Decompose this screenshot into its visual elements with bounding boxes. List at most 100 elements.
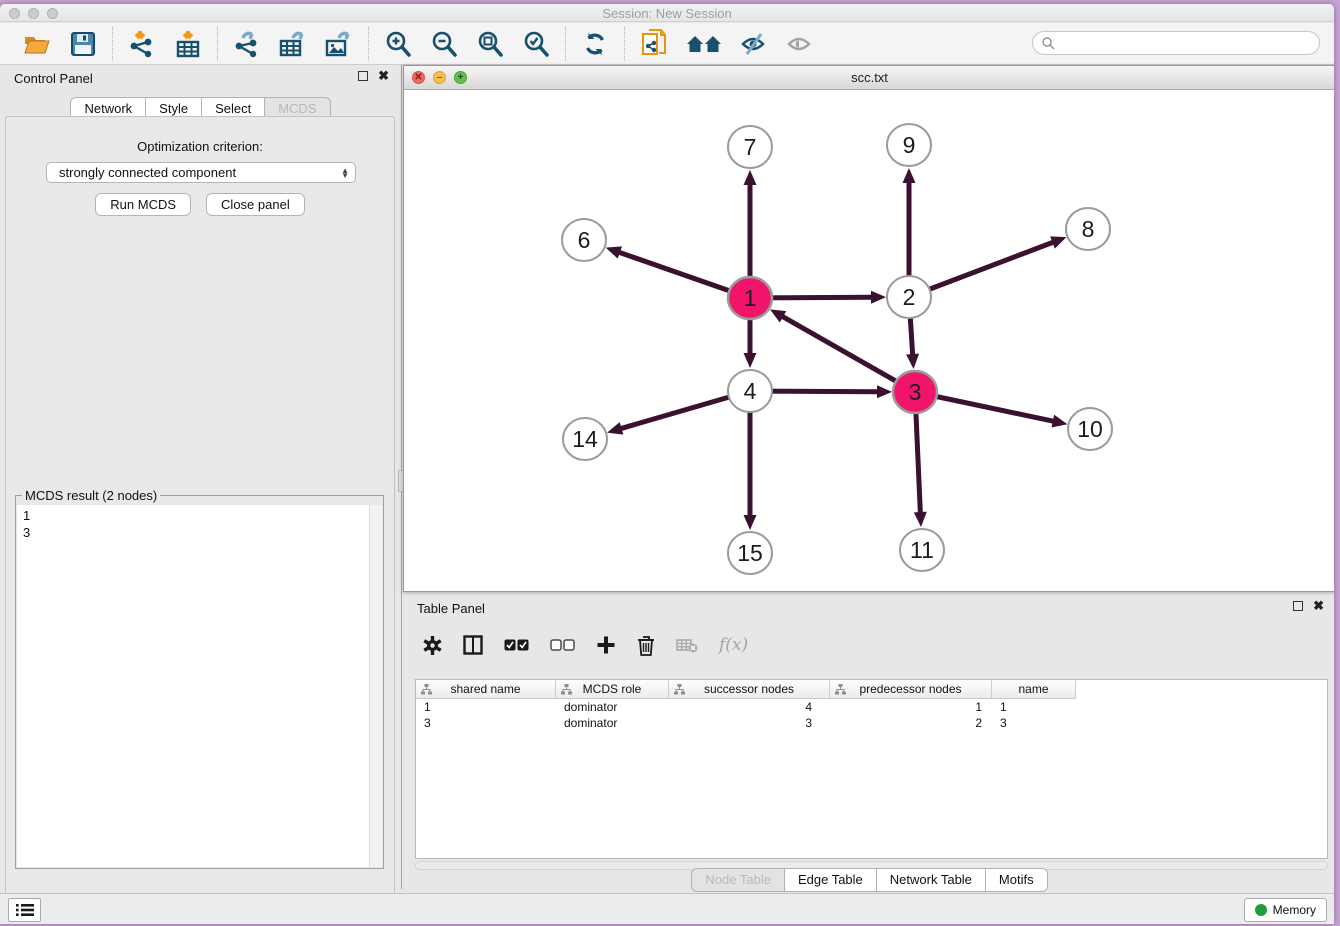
graph-node-label: 7: [744, 134, 757, 160]
zoom-in-button[interactable]: [382, 28, 414, 60]
graph-node-4[interactable]: 4: [728, 370, 772, 412]
column-header-predecessor-nodes[interactable]: predecessor nodes: [830, 680, 992, 699]
settings-gear-icon: [423, 636, 442, 655]
cell-mcds-role[interactable]: dominator: [556, 700, 669, 714]
zoom-out-button[interactable]: [428, 28, 460, 60]
tab-node-table[interactable]: Node Table: [691, 868, 785, 892]
table-panel-title: Table Panel: [417, 601, 485, 616]
float-panel-icon[interactable]: [358, 71, 368, 81]
network-canvas[interactable]: 7 9 6 8 1 2 4 3 14 10 15 11: [404, 90, 1334, 591]
export-image-icon: [325, 30, 353, 58]
network-window-titlebar[interactable]: ✕ – + scc.txt: [404, 66, 1334, 90]
export-table-button[interactable]: [277, 28, 309, 60]
cell-shared-name[interactable]: 1: [416, 700, 556, 714]
float-table-panel-icon[interactable]: [1293, 601, 1303, 611]
graph-node-label: 14: [572, 426, 598, 452]
open-session-button[interactable]: [21, 28, 53, 60]
graph-node-2[interactable]: 2: [887, 276, 931, 318]
graph-node-11[interactable]: 11: [900, 529, 944, 571]
cell-name[interactable]: 3: [992, 716, 1076, 730]
close-table-panel-icon[interactable]: ✖: [1313, 601, 1324, 611]
graph-node-3[interactable]: 3: [893, 371, 937, 413]
column-header-mcds-role[interactable]: MCDS role: [556, 680, 669, 699]
import-network-button[interactable]: [126, 28, 158, 60]
graph-node-7[interactable]: 7: [728, 126, 772, 168]
hide-selected-icon: [740, 31, 768, 57]
graph-node-8[interactable]: 8: [1066, 208, 1110, 250]
column-view-button[interactable]: [463, 633, 483, 657]
import-table-button[interactable]: [172, 28, 204, 60]
delete-table-button[interactable]: [676, 633, 698, 657]
zoom-out-icon: [430, 30, 458, 58]
zoom-fit-icon: [476, 30, 504, 58]
graph-node-9[interactable]: 9: [887, 124, 931, 166]
unselect-all-columns-button[interactable]: [550, 633, 575, 657]
graph-node-label: 9: [903, 132, 916, 158]
select-all-columns-button[interactable]: [504, 633, 529, 657]
graph-node-14[interactable]: 14: [563, 418, 607, 460]
zoom-selected-button[interactable]: [520, 28, 552, 60]
cell-predecessor-nodes[interactable]: 2: [830, 716, 992, 730]
close-panel-button[interactable]: Close panel: [206, 193, 305, 216]
column-view-icon: [463, 635, 483, 655]
session-title: Session: New Session: [0, 6, 1334, 21]
cell-successor-nodes[interactable]: 3: [669, 716, 830, 730]
task-history-button[interactable]: [8, 898, 41, 922]
dropdown-stepper-icon: ▲▼: [341, 168, 349, 178]
show-all-icon: [786, 31, 814, 57]
column-header-shared-name[interactable]: shared name: [416, 680, 556, 699]
graph-edge-2-8[interactable]: [909, 236, 1066, 297]
column-header-name[interactable]: name: [992, 680, 1076, 699]
delete-table-icon: [676, 637, 698, 653]
result-scrollbar[interactable]: [369, 505, 382, 867]
search-field[interactable]: [1032, 31, 1320, 55]
tab-network-table[interactable]: Network Table: [877, 868, 986, 892]
column-header-successor-nodes[interactable]: successor nodes: [669, 680, 830, 699]
cell-name[interactable]: 1: [992, 700, 1076, 714]
attribute-tree-icon: [561, 684, 572, 695]
close-panel-icon[interactable]: ✖: [378, 71, 389, 81]
show-all-button[interactable]: [784, 28, 816, 60]
memory-status-icon: [1255, 904, 1267, 916]
graph-node-15[interactable]: 15: [728, 532, 772, 574]
search-input[interactable]: [1055, 36, 1319, 50]
refresh-button[interactable]: [579, 28, 611, 60]
export-network-button[interactable]: [231, 28, 263, 60]
tab-edge-table[interactable]: Edge Table: [785, 868, 877, 892]
memory-button[interactable]: Memory: [1244, 898, 1327, 922]
cell-predecessor-nodes[interactable]: 1: [830, 700, 992, 714]
graph-edge-3-1[interactable]: [770, 309, 915, 392]
graph-node-6[interactable]: 6: [562, 219, 606, 261]
cell-mcds-role[interactable]: dominator: [556, 716, 669, 730]
graph-node-label: 8: [1082, 216, 1095, 242]
graph-node-label: 11: [910, 537, 934, 563]
first-neighbors-button[interactable]: [684, 28, 724, 60]
delete-columns-button[interactable]: [637, 633, 655, 657]
criterion-dropdown[interactable]: strongly connected component ▲▼: [46, 162, 356, 183]
mcds-panel: Optimization criterion: strongly connect…: [5, 116, 395, 924]
run-mcds-button[interactable]: Run MCDS: [95, 193, 191, 216]
mcds-result-area[interactable]: 1 3: [17, 505, 382, 867]
graph-node-10[interactable]: 10: [1068, 408, 1112, 450]
table-row[interactable]: 1 dominator 4 1 1: [416, 699, 1327, 715]
select-all-columns-icon: [504, 639, 529, 651]
hide-selected-button[interactable]: [738, 28, 770, 60]
save-session-button[interactable]: [67, 28, 99, 60]
cell-shared-name[interactable]: 3: [416, 716, 556, 730]
table-row[interactable]: 3 dominator 3 2 3: [416, 715, 1327, 731]
graph-edge-3-10[interactable]: [915, 392, 1067, 427]
create-column-button[interactable]: [596, 633, 616, 657]
save-icon: [71, 32, 95, 56]
network-view-window: ✕ – + scc.txt 7 9 6 8 1 2 4 3 14 10 15 11: [403, 65, 1334, 592]
optimization-criterion-label: Optimization criterion:: [6, 139, 394, 154]
zoom-fit-button[interactable]: [474, 28, 506, 60]
graph-node-1[interactable]: 1: [728, 277, 772, 319]
tab-motifs[interactable]: Motifs: [986, 868, 1048, 892]
zoom-selected-icon: [522, 30, 550, 58]
table-settings-button[interactable]: [423, 633, 442, 657]
cell-successor-nodes[interactable]: 4: [669, 700, 830, 714]
function-builder-button[interactable]: f(x): [719, 633, 748, 657]
export-image-button[interactable]: [323, 28, 355, 60]
new-network-from-selection-button[interactable]: [638, 28, 670, 60]
graph-node-label: 10: [1077, 416, 1103, 442]
